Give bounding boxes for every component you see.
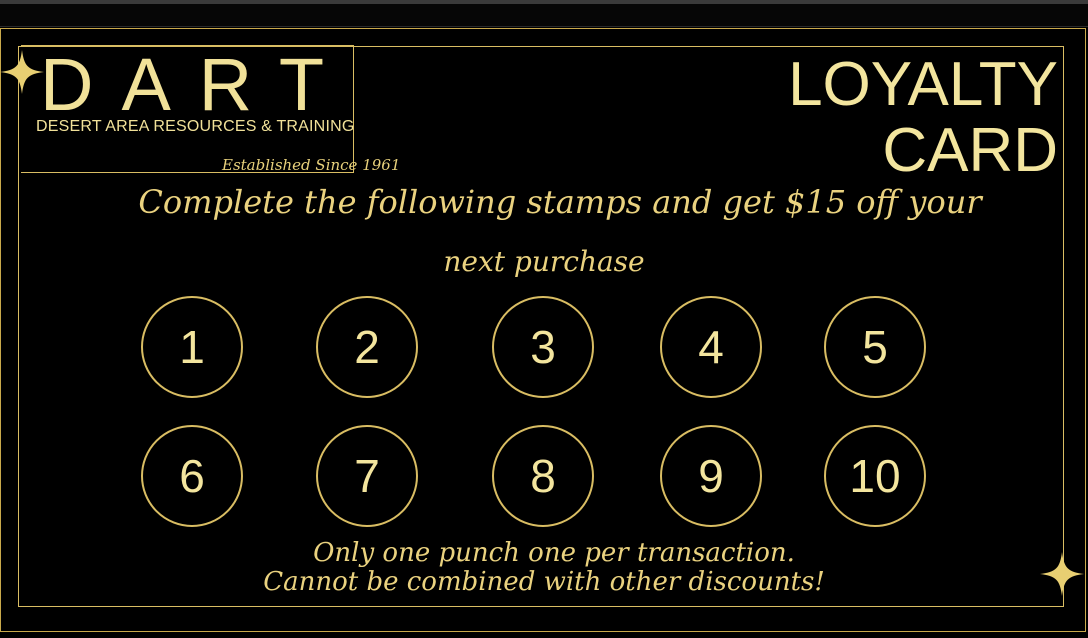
stamp-circle-7: 7 [316, 425, 418, 527]
stamp-circle-2: 2 [316, 296, 418, 398]
stamp-circle-5: 5 [824, 296, 926, 398]
logo-wordmark: DART [40, 43, 353, 126]
stamp-circle-3: 3 [492, 296, 594, 398]
title-line-1: LOYALTY [788, 50, 1058, 119]
stamp-circle-6: 6 [141, 425, 243, 527]
stamp-circle-1: 1 [141, 296, 243, 398]
stamp-circle-10: 10 [824, 425, 926, 527]
card-title: LOYALTY CARD [738, 52, 1058, 184]
stamp-circle-9: 9 [660, 425, 762, 527]
footer-line-2: Cannot be combined with other discounts! [263, 567, 825, 597]
logo-subtitle: DESERT AREA RESOURCES & TRAINING [36, 118, 355, 135]
top-edge [0, 0, 1088, 27]
promo-line-2: next purchase [443, 245, 645, 278]
title-line-2: CARD [882, 116, 1058, 185]
loyalty-card: DART DESERT AREA RESOURCES & TRAINING Es… [0, 0, 1088, 638]
sparkle-icon [0, 50, 44, 94]
stamp-circle-4: 4 [660, 296, 762, 398]
established-text: Established Since 1961 [222, 156, 401, 174]
promo-line-1: Complete the following stamps and get $1… [138, 183, 982, 221]
stamp-circle-8: 8 [492, 425, 594, 527]
